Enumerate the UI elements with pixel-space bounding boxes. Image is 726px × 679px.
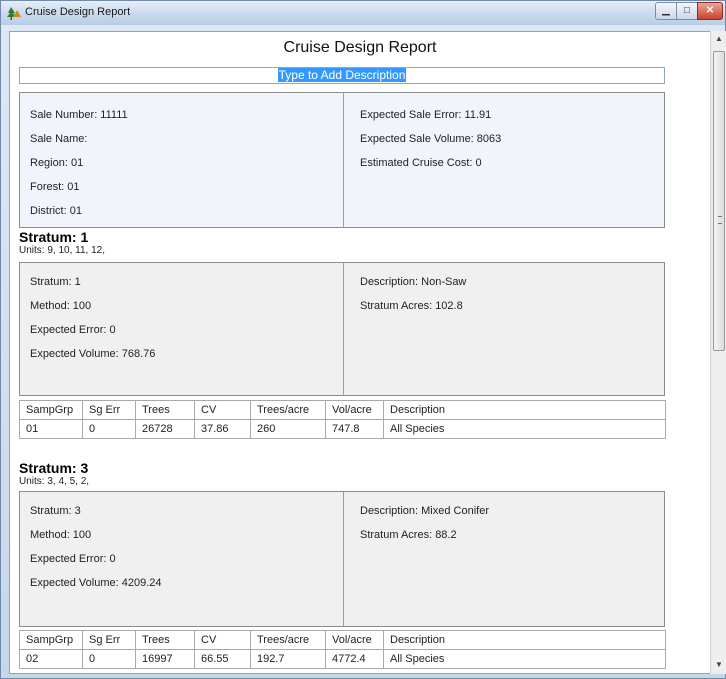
panel-divider xyxy=(343,492,344,626)
estimated-cruise-cost: Estimated Cruise Cost: 0 xyxy=(360,157,482,169)
region: Region: 01 xyxy=(30,157,84,169)
table-cell: 01 xyxy=(19,419,83,439)
expected-sale-volume: Expected Sale Volume: 8063 xyxy=(360,133,502,145)
table-cell: 26728 xyxy=(135,419,195,439)
close-icon: ✕ xyxy=(705,5,715,16)
table-cell: 4772.4 xyxy=(325,649,384,669)
stratum-number: Stratum: 3 xyxy=(30,505,81,517)
stratum-expected-error: Expected Error: 0 xyxy=(30,324,116,336)
column-header: SampGrp xyxy=(19,400,83,420)
district: District: 01 xyxy=(30,205,82,217)
scroll-up-icon[interactable]: ▲ xyxy=(711,31,726,47)
close-button[interactable]: ✕ xyxy=(697,2,723,20)
table-cell: 66.55 xyxy=(194,649,251,669)
stratum-info-panel: Stratum: 3 Method: 100 Expected Error: 0… xyxy=(19,491,665,627)
scroll-down-icon[interactable]: ▼ xyxy=(711,657,726,673)
vertical-scrollbar[interactable]: ▲ ▼ xyxy=(710,31,726,674)
minimize-button[interactable]: ▁ xyxy=(655,2,677,20)
table-cell: 0 xyxy=(82,649,136,669)
table-cell: 37.86 xyxy=(194,419,251,439)
forest: Forest: 01 xyxy=(30,181,80,193)
minimize-icon: ▁ xyxy=(662,5,670,16)
expected-sale-error: Expected Sale Error: 11.91 xyxy=(360,109,492,121)
sample-group-table: SampGrp Sg Err Trees CV Trees/acre Vol/a… xyxy=(19,630,666,669)
stratum-heading: Stratum: 3 xyxy=(19,460,89,476)
report-window: Cruise Design Report ▁ □ ✕ Cruise Design… xyxy=(0,0,726,679)
sample-group-table: SampGrp Sg Err Trees CV Trees/acre Vol/a… xyxy=(19,400,666,439)
stratum-method: Method: 100 xyxy=(30,300,92,312)
table-cell: 0 xyxy=(82,419,136,439)
table-row: 01 0 26728 37.86 260 747.8 All Species xyxy=(19,419,666,439)
table-cell: All Species xyxy=(383,419,666,439)
table-cell: 260 xyxy=(250,419,326,439)
column-header: SampGrp xyxy=(19,630,83,650)
sale-info-panel: Sale Number: 11111 Sale Name: Region: 01… xyxy=(19,92,665,228)
grip-icon xyxy=(718,216,722,224)
title-bar[interactable]: Cruise Design Report ▁ □ ✕ xyxy=(1,1,725,25)
column-header: Vol/acre xyxy=(325,400,384,420)
column-header: Trees/acre xyxy=(250,400,326,420)
table-cell: 16997 xyxy=(135,649,195,669)
column-header: Trees xyxy=(135,400,195,420)
maximize-icon: □ xyxy=(683,5,691,16)
table-row: 02 0 16997 66.55 192.7 4772.4 All Specie… xyxy=(19,649,666,669)
description-input[interactable]: Type to Add Description xyxy=(19,67,665,84)
window-title: Cruise Design Report xyxy=(25,6,131,18)
stratum-expected-volume: Expected Volume: 768.76 xyxy=(30,348,156,360)
column-header: Description xyxy=(383,400,666,420)
panel-divider xyxy=(343,93,344,227)
stratum-units: Units: 9, 10, 11, 12, xyxy=(19,245,105,256)
column-header: CV xyxy=(194,630,251,650)
stratum-acres: Stratum Acres: 88.2 xyxy=(360,529,457,541)
report-viewer: Cruise Design Report Type to Add Descrip… xyxy=(9,31,711,674)
table-cell: All Species xyxy=(383,649,666,669)
stratum-expected-error: Expected Error: 0 xyxy=(30,553,116,565)
stratum-info-panel: Stratum: 1 Method: 100 Expected Error: 0… xyxy=(19,262,665,396)
stratum-expected-volume: Expected Volume: 4209.24 xyxy=(30,577,162,589)
column-header: CV xyxy=(194,400,251,420)
stratum-description: Description: Mixed Conifer xyxy=(360,505,489,517)
stratum-acres: Stratum Acres: 102.8 xyxy=(360,300,463,312)
sale-number: Sale Number: 11111 xyxy=(30,109,128,121)
tree-app-icon xyxy=(7,7,21,20)
stratum-number: Stratum: 1 xyxy=(30,276,81,288)
report-title: Cruise Design Report xyxy=(283,39,437,56)
scroll-thumb[interactable] xyxy=(713,51,725,351)
panel-divider xyxy=(343,263,344,395)
table-cell: 747.8 xyxy=(325,419,384,439)
column-header: Trees xyxy=(135,630,195,650)
stratum-heading: Stratum: 1 xyxy=(19,229,89,245)
stratum-units: Units: 3, 4, 5, 2, xyxy=(19,476,90,487)
description-placeholder: Type to Add Description xyxy=(277,68,407,82)
maximize-button[interactable]: □ xyxy=(676,2,698,20)
column-header: Sg Err xyxy=(82,630,136,650)
column-header: Sg Err xyxy=(82,400,136,420)
column-header: Vol/acre xyxy=(325,630,384,650)
stratum-description: Description: Non-Saw xyxy=(360,276,467,288)
sale-name: Sale Name: xyxy=(30,133,88,145)
column-header: Trees/acre xyxy=(250,630,326,650)
stratum-method: Method: 100 xyxy=(30,529,92,541)
table-cell: 02 xyxy=(19,649,83,669)
table-cell: 192.7 xyxy=(250,649,326,669)
column-header: Description xyxy=(383,630,666,650)
table-header-row: SampGrp Sg Err Trees CV Trees/acre Vol/a… xyxy=(19,630,666,650)
table-header-row: SampGrp Sg Err Trees CV Trees/acre Vol/a… xyxy=(19,400,666,420)
